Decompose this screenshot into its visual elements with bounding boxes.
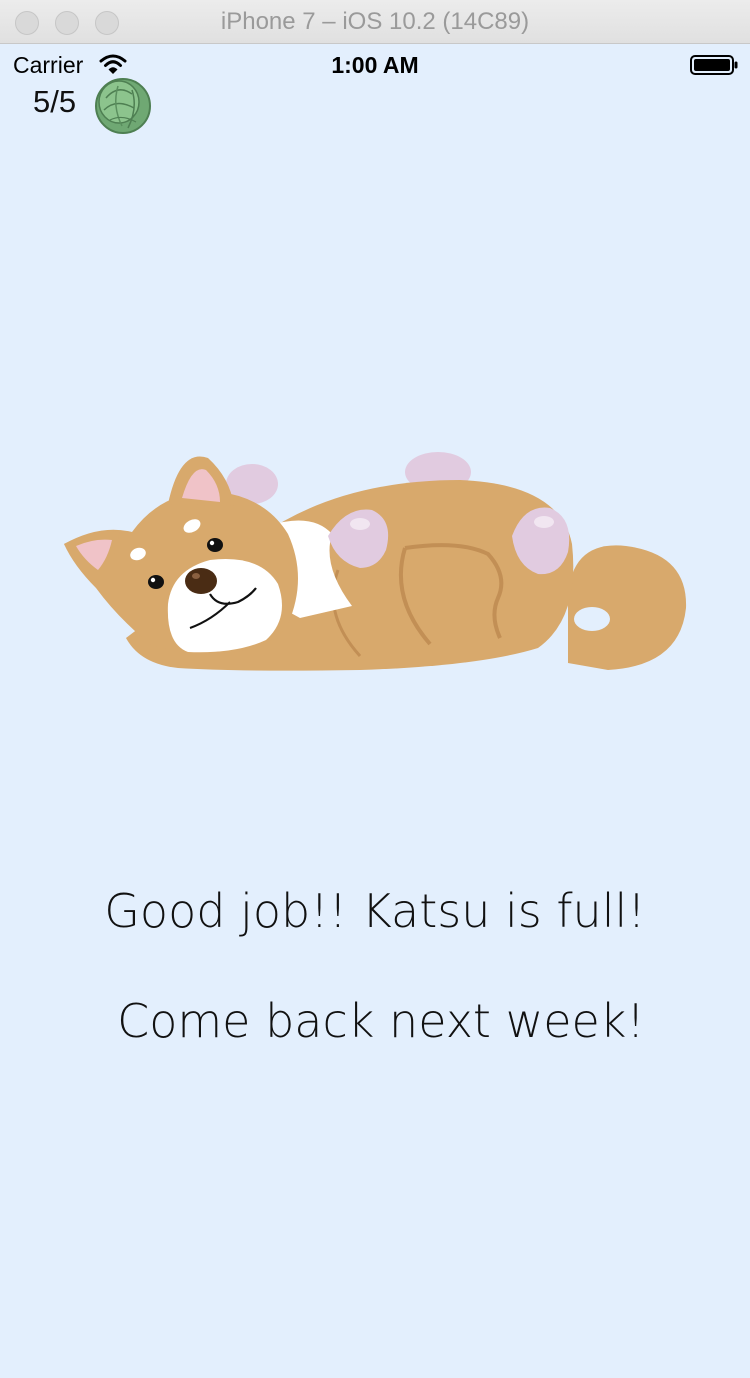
tail-curl-gap	[574, 607, 610, 631]
dog-eye	[148, 575, 164, 589]
food-counter: 5/5	[33, 84, 77, 119]
battery-icon	[690, 55, 738, 75]
come-back-message: Come back next week!	[117, 994, 645, 1048]
dog-eye	[207, 538, 223, 552]
nose-highlight	[192, 573, 200, 579]
window-titlebar: iPhone 7 – iOS 10.2 (14C89)	[0, 0, 750, 44]
paw-highlight	[350, 518, 370, 530]
paw-highlight	[534, 516, 554, 528]
tail	[568, 545, 687, 670]
sleeping-dog-illustration	[64, 452, 687, 671]
success-message: Good job!! Katsu is full!	[104, 884, 646, 938]
cabbage-icon	[95, 78, 151, 134]
eye-highlight	[209, 540, 215, 546]
simulator-window: iPhone 7 – iOS 10.2 (14C89) Carrier 1:00…	[0, 0, 750, 1378]
dog-nose	[185, 568, 217, 594]
window-title: iPhone 7 – iOS 10.2 (14C89)	[220, 8, 530, 35]
eye-highlight	[150, 577, 156, 583]
